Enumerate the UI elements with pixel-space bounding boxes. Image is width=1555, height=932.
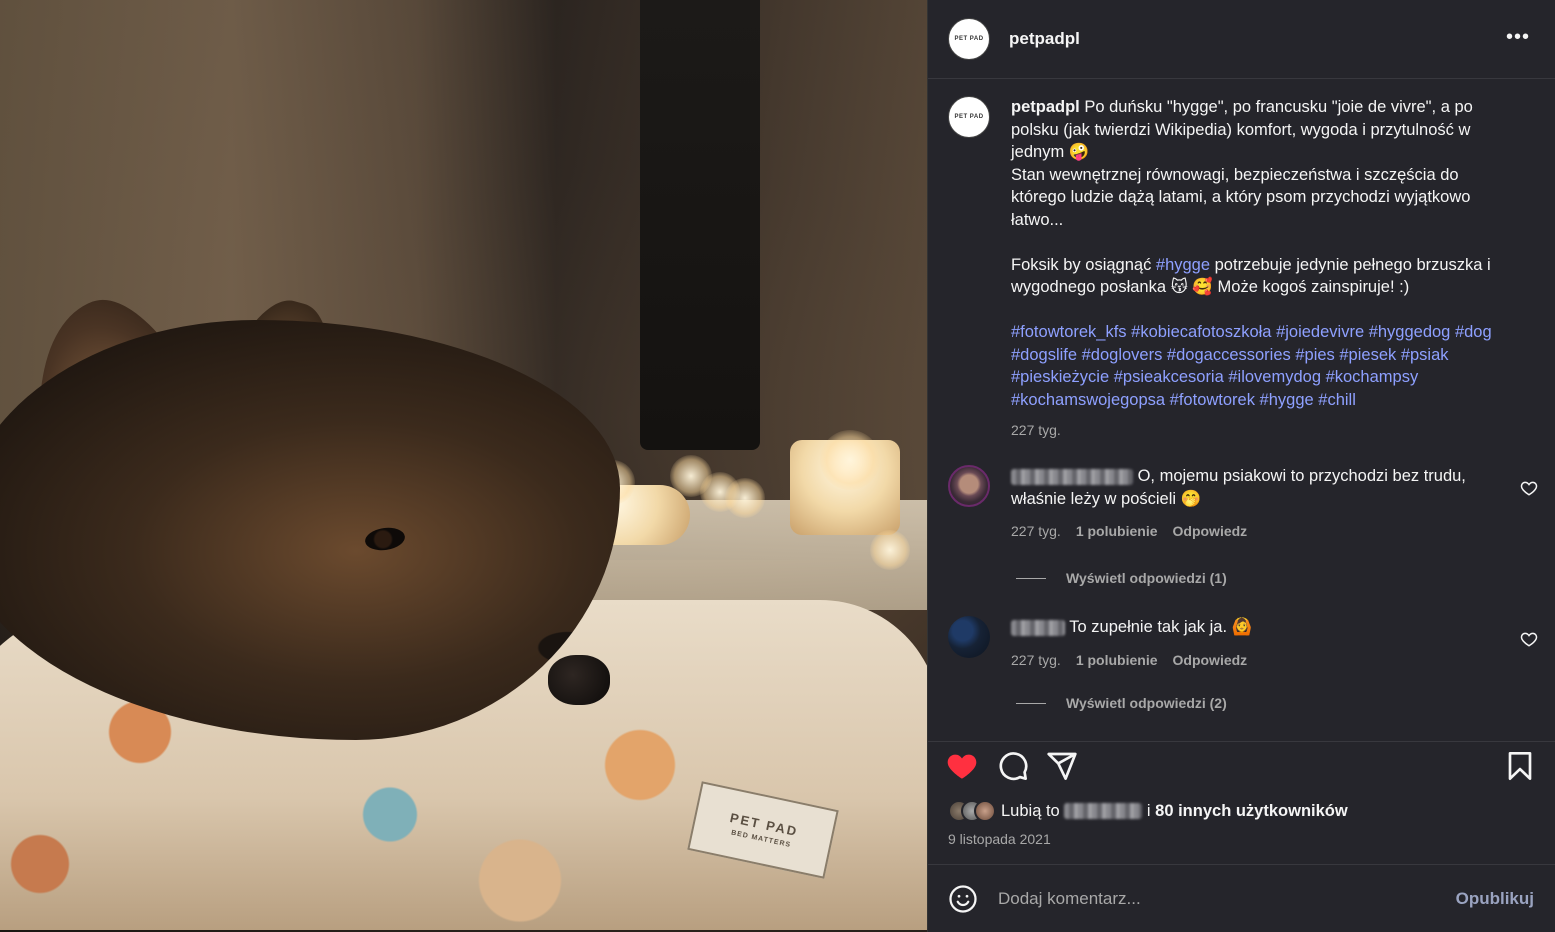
likes-summary[interactable]: Lubią to i 80 innych użytkowników bbox=[948, 800, 1348, 822]
comment-item: To zupełnie tak jak ja. 🙆 227 tyg. 1 pol… bbox=[948, 616, 1538, 671]
publish-button[interactable]: Opublikuj bbox=[1456, 889, 1534, 909]
photo-bokeh bbox=[870, 530, 910, 570]
liker-username-blurred[interactable] bbox=[1064, 803, 1143, 820]
likes-others[interactable]: 80 innych użytkowników bbox=[1155, 802, 1348, 820]
more-options-icon[interactable]: ••• bbox=[1506, 26, 1530, 49]
hashtag-link[interactable]: #hygge bbox=[1156, 256, 1210, 274]
liker-avatar bbox=[974, 800, 996, 822]
comment-time[interactable]: 227 tyg. bbox=[1011, 649, 1061, 672]
avatar-logo: PET PAD bbox=[954, 113, 984, 120]
post-caption: PET PAD petpadpl Po duńsku "hygge", po f… bbox=[948, 96, 1516, 442]
caption-author-avatar[interactable]: PET PAD bbox=[948, 96, 990, 138]
send-icon[interactable] bbox=[1046, 750, 1078, 782]
comment-icon[interactable] bbox=[997, 750, 1029, 782]
photo-dog-nose bbox=[548, 655, 610, 705]
comment-meta: 227 tyg. 1 polubienie Odpowiedz bbox=[1011, 649, 1491, 672]
comment-item: O, mojemu psiakowi to przychodzi bez tru… bbox=[948, 465, 1538, 543]
comment-meta: 227 tyg. 1 polubienie Odpowiedz bbox=[1011, 520, 1491, 543]
post-date[interactable]: 9 listopada 2021 bbox=[948, 831, 1051, 847]
comment-input[interactable] bbox=[998, 888, 1428, 909]
heart-filled-icon[interactable] bbox=[946, 750, 978, 782]
view-replies-button[interactable]: Wyświetl odpowiedzi (1) bbox=[1016, 570, 1227, 586]
caption-line-2: Stan wewnętrznej równowagi, bezpieczeńst… bbox=[1011, 165, 1471, 229]
author-avatar[interactable]: PET PAD bbox=[948, 18, 990, 60]
comment-body: To zupełnie tak jak ja. 🙆 227 tyg. 1 pol… bbox=[1011, 616, 1491, 671]
commenter-avatar[interactable] bbox=[948, 616, 990, 658]
photo-bokeh bbox=[725, 478, 765, 518]
bookmark-icon[interactable] bbox=[1504, 750, 1536, 782]
comment-likes[interactable]: 1 polubienie bbox=[1076, 649, 1158, 672]
commenter-username-blurred[interactable] bbox=[1011, 619, 1065, 636]
commenter-avatar[interactable] bbox=[948, 465, 990, 507]
likes-suffix: i bbox=[1142, 801, 1156, 820]
replies-divider bbox=[1016, 702, 1046, 704]
comment-like-icon[interactable] bbox=[1520, 479, 1538, 497]
comments-section[interactable]: PET PAD petpadpl Po duńsku "hygge", po f… bbox=[928, 80, 1555, 740]
reply-button[interactable]: Odpowiedz bbox=[1173, 649, 1248, 672]
photo-dark-lamp bbox=[640, 0, 760, 450]
caption-username[interactable]: petpadpl bbox=[1011, 98, 1080, 116]
likes-text: Lubią to i 80 innych użytkowników bbox=[1001, 802, 1348, 821]
likes-prefix: Lubią to bbox=[1001, 801, 1065, 820]
view-replies-label: Wyświetl odpowiedzi (1) bbox=[1066, 570, 1227, 586]
caption-line-3-start: Foksik by osiągnąć bbox=[1011, 255, 1156, 274]
comment-body: O, mojemu psiakowi to przychodzi bez tru… bbox=[1011, 465, 1491, 543]
comment-time[interactable]: 227 tyg. bbox=[1011, 520, 1061, 543]
hashtag-list[interactable]: #fotowtorek_kfs #kobiecafotoszkoła #joie… bbox=[1011, 323, 1492, 409]
commenter-username-blurred[interactable] bbox=[1011, 468, 1133, 485]
reply-button[interactable]: Odpowiedz bbox=[1173, 520, 1248, 543]
view-replies-button[interactable]: Wyświetl odpowiedzi (2) bbox=[1016, 695, 1227, 711]
comment-text: To zupełnie tak jak ja. 🙆 bbox=[1065, 618, 1253, 636]
smiley-icon[interactable] bbox=[948, 884, 978, 914]
comment-like-icon[interactable] bbox=[1520, 630, 1538, 648]
instagram-post: PET PAD BED MATTERS PET PAD petpadpl •••… bbox=[0, 0, 1555, 932]
photo-bokeh bbox=[820, 430, 880, 490]
caption-time[interactable]: 227 tyg. bbox=[1011, 419, 1516, 442]
replies-divider bbox=[1016, 577, 1046, 579]
view-replies-label: Wyświetl odpowiedzi (2) bbox=[1066, 695, 1227, 711]
post-photo[interactable]: PET PAD BED MATTERS bbox=[0, 0, 927, 932]
caption-text: petpadpl Po duńsku "hygge", po francusku… bbox=[1011, 96, 1516, 442]
post-actions: Lubią to i 80 innych użytkowników 9 list… bbox=[928, 741, 1555, 864]
avatar-logo: PET PAD bbox=[954, 35, 984, 42]
caption-line-1: Po duńsku "hygge", po francusku "joie de… bbox=[1011, 98, 1473, 161]
author-username[interactable]: petpadpl bbox=[1009, 29, 1080, 49]
post-side-panel: PET PAD petpadpl ••• PET PAD petpadpl Po… bbox=[927, 0, 1555, 932]
comment-likes[interactable]: 1 polubienie bbox=[1076, 520, 1158, 543]
add-comment-bar: Opublikuj bbox=[928, 864, 1555, 932]
post-header: PET PAD petpadpl ••• bbox=[928, 0, 1555, 79]
photo-dog-head bbox=[0, 320, 620, 740]
